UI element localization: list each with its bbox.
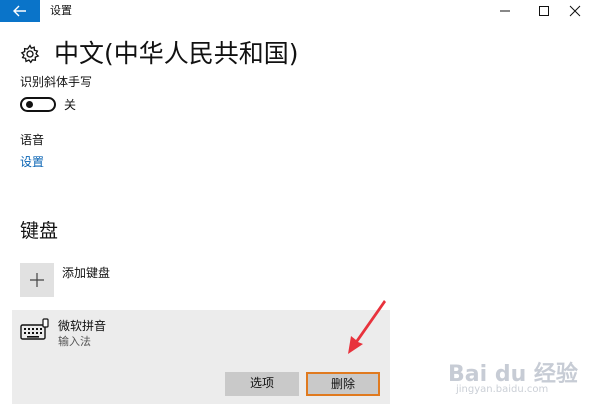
handwriting-label: 识别斜体手写 (20, 75, 93, 89)
arrow-left-icon (13, 5, 26, 17)
remove-button[interactable]: 删除 (306, 372, 380, 396)
close-button[interactable] (560, 0, 590, 22)
gear-icon (20, 44, 40, 64)
handwriting-toggle[interactable] (20, 97, 56, 112)
speech-settings-link[interactable]: 设置 (20, 154, 44, 170)
minimize-button[interactable] (488, 0, 522, 22)
close-icon (569, 5, 581, 17)
add-keyboard-label[interactable]: 添加键盘 (62, 265, 110, 281)
baidu-watermark: Bai du 经验 jingyan.baidu.com (442, 352, 582, 400)
keyboard-type: 输入法 (58, 335, 91, 348)
toggle-knob (26, 101, 33, 108)
keyboard-name: 微软拼音 (58, 319, 107, 333)
add-keyboard-button[interactable] (20, 263, 54, 297)
maximize-icon (539, 6, 549, 16)
maximize-button[interactable] (527, 0, 561, 22)
keyboard-icon (20, 318, 49, 340)
back-button[interactable] (0, 0, 40, 22)
watermark-url: jingyan.baidu.com (456, 384, 549, 395)
speech-label: 语音 (20, 133, 45, 147)
page-title: 中文(中华人民共和国) (54, 39, 299, 68)
window-title: 设置 (50, 4, 72, 17)
minimize-icon (500, 10, 510, 12)
options-button[interactable]: 选项 (225, 372, 299, 396)
annotation-arrow-icon (348, 300, 386, 354)
keyboard-section-heading: 键盘 (20, 220, 59, 242)
plus-icon (30, 273, 44, 287)
toggle-state-label: 关 (64, 98, 77, 112)
